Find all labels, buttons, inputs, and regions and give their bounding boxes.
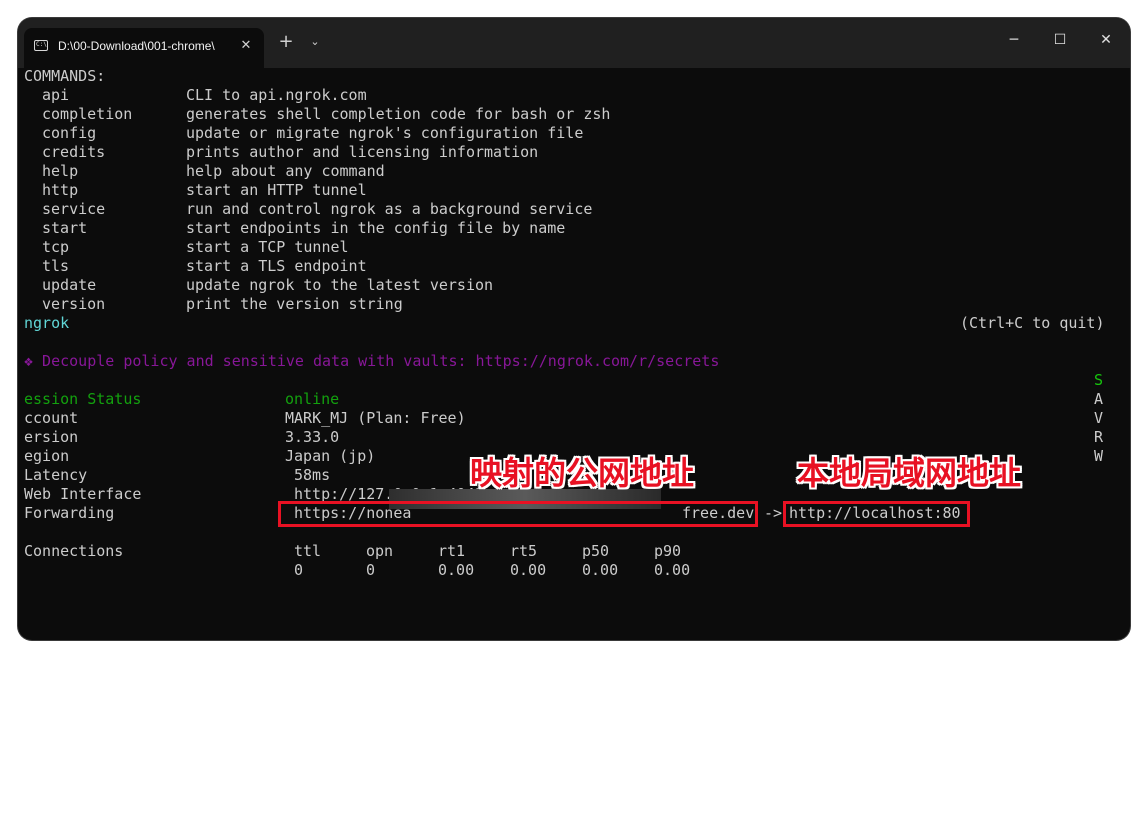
- side-letter: A: [1094, 390, 1104, 408]
- command-name: help: [42, 162, 79, 180]
- public-address-annotation: 映射的公网地址: [470, 454, 695, 492]
- command-description: help about any command: [186, 162, 385, 180]
- version-value: 3.33.0: [285, 428, 340, 446]
- public-address-highlight: [278, 501, 758, 527]
- command-name: completion: [42, 105, 133, 123]
- ngrok-label: ngrok: [24, 314, 70, 332]
- command-name: service: [42, 200, 106, 218]
- command-description: update ngrok to the latest version: [186, 276, 494, 294]
- session-status-value: online: [285, 390, 340, 408]
- command-description: generates shell completion code for bash…: [186, 105, 611, 123]
- commands-header: COMMANDS:: [24, 67, 106, 85]
- tab-title: D:\00-Download\001-chrome\: [58, 39, 215, 53]
- command-description: start an HTTP tunnel: [186, 181, 367, 199]
- region-value: Japan (jp): [285, 447, 376, 465]
- command-name: update: [42, 276, 97, 294]
- command-name: tls: [42, 257, 70, 275]
- terminal-output[interactable]: COMMANDS: api CLI to api.ngrok.com complet…: [24, 66, 1124, 634]
- latency-label: Latency: [24, 466, 88, 484]
- connections-label: Connections: [24, 542, 124, 560]
- command-name: tcp: [42, 238, 70, 256]
- latency-value: 58ms: [294, 466, 331, 484]
- command-description: prints author and licensing information: [186, 143, 539, 161]
- quit-hint: (Ctrl+C to quit): [960, 314, 1105, 332]
- connections-header: p90: [654, 542, 682, 560]
- connections-header: ttl: [294, 542, 322, 560]
- forwarding-label: Forwarding: [24, 504, 115, 522]
- connections-value: 0.00: [582, 561, 619, 579]
- command-description: update or migrate ngrok's configuration …: [186, 124, 584, 142]
- side-letter: S: [1094, 371, 1104, 389]
- side-letter: V: [1094, 409, 1104, 427]
- web-interface-label: Web Interface: [24, 485, 142, 503]
- close-tab-icon[interactable]: ✕: [236, 36, 256, 56]
- command-description: run and control ngrok as a background se…: [186, 200, 593, 218]
- new-tab-button[interactable]: +: [274, 30, 298, 54]
- connections-value: 0.00: [438, 561, 475, 579]
- command-description: start endpoints in the config file by na…: [186, 219, 566, 237]
- command-description: start a TLS endpoint: [186, 257, 367, 275]
- minimize-button[interactable]: ─: [992, 26, 1036, 54]
- promo-line: ❖ Decouple policy and sensitive data wit…: [24, 352, 720, 370]
- command-name: http: [42, 181, 79, 199]
- connections-header: opn: [366, 542, 394, 560]
- connections-value: 0: [366, 561, 376, 579]
- connections-value: 0: [294, 561, 304, 579]
- connections-header: p50: [582, 542, 610, 560]
- forwarding-arrow: ->: [764, 504, 783, 522]
- local-address-annotation: 本地局域网地址: [797, 454, 1022, 492]
- version-label: ersion: [24, 428, 79, 446]
- connections-header: rt1: [438, 542, 466, 560]
- command-name: start: [42, 219, 88, 237]
- terminal-icon: C:\: [34, 40, 48, 51]
- command-name: credits: [42, 143, 106, 161]
- session-status-label: ession Status: [24, 390, 142, 408]
- region-label: egion: [24, 447, 70, 465]
- connections-value: 0.00: [654, 561, 691, 579]
- command-name: config: [42, 124, 97, 142]
- side-letter: W: [1094, 447, 1104, 465]
- side-letter: R: [1094, 428, 1104, 446]
- chevron-down-icon[interactable]: ⌄: [304, 30, 326, 54]
- connections-value: 0.00: [510, 561, 547, 579]
- title-bar: C:\ D:\00-Download\001-chrome\ ✕ + ⌄ ─ ☐…: [18, 18, 1130, 68]
- terminal-tab[interactable]: C:\ D:\00-Download\001-chrome\ ✕: [24, 28, 264, 68]
- command-description: start a TCP tunnel: [186, 238, 349, 256]
- command-name: version: [42, 295, 106, 313]
- connections-header: rt5: [510, 542, 538, 560]
- account-label: ccount: [24, 409, 79, 427]
- account-value: MARK_MJ (Plan: Free): [285, 409, 466, 427]
- maximize-button[interactable]: ☐: [1038, 26, 1082, 54]
- command-description: CLI to api.ngrok.com: [186, 86, 367, 104]
- command-description: print the version string: [186, 295, 403, 313]
- command-name: api: [42, 86, 70, 104]
- close-window-button[interactable]: ✕: [1084, 26, 1128, 54]
- local-address-highlight: [783, 501, 970, 527]
